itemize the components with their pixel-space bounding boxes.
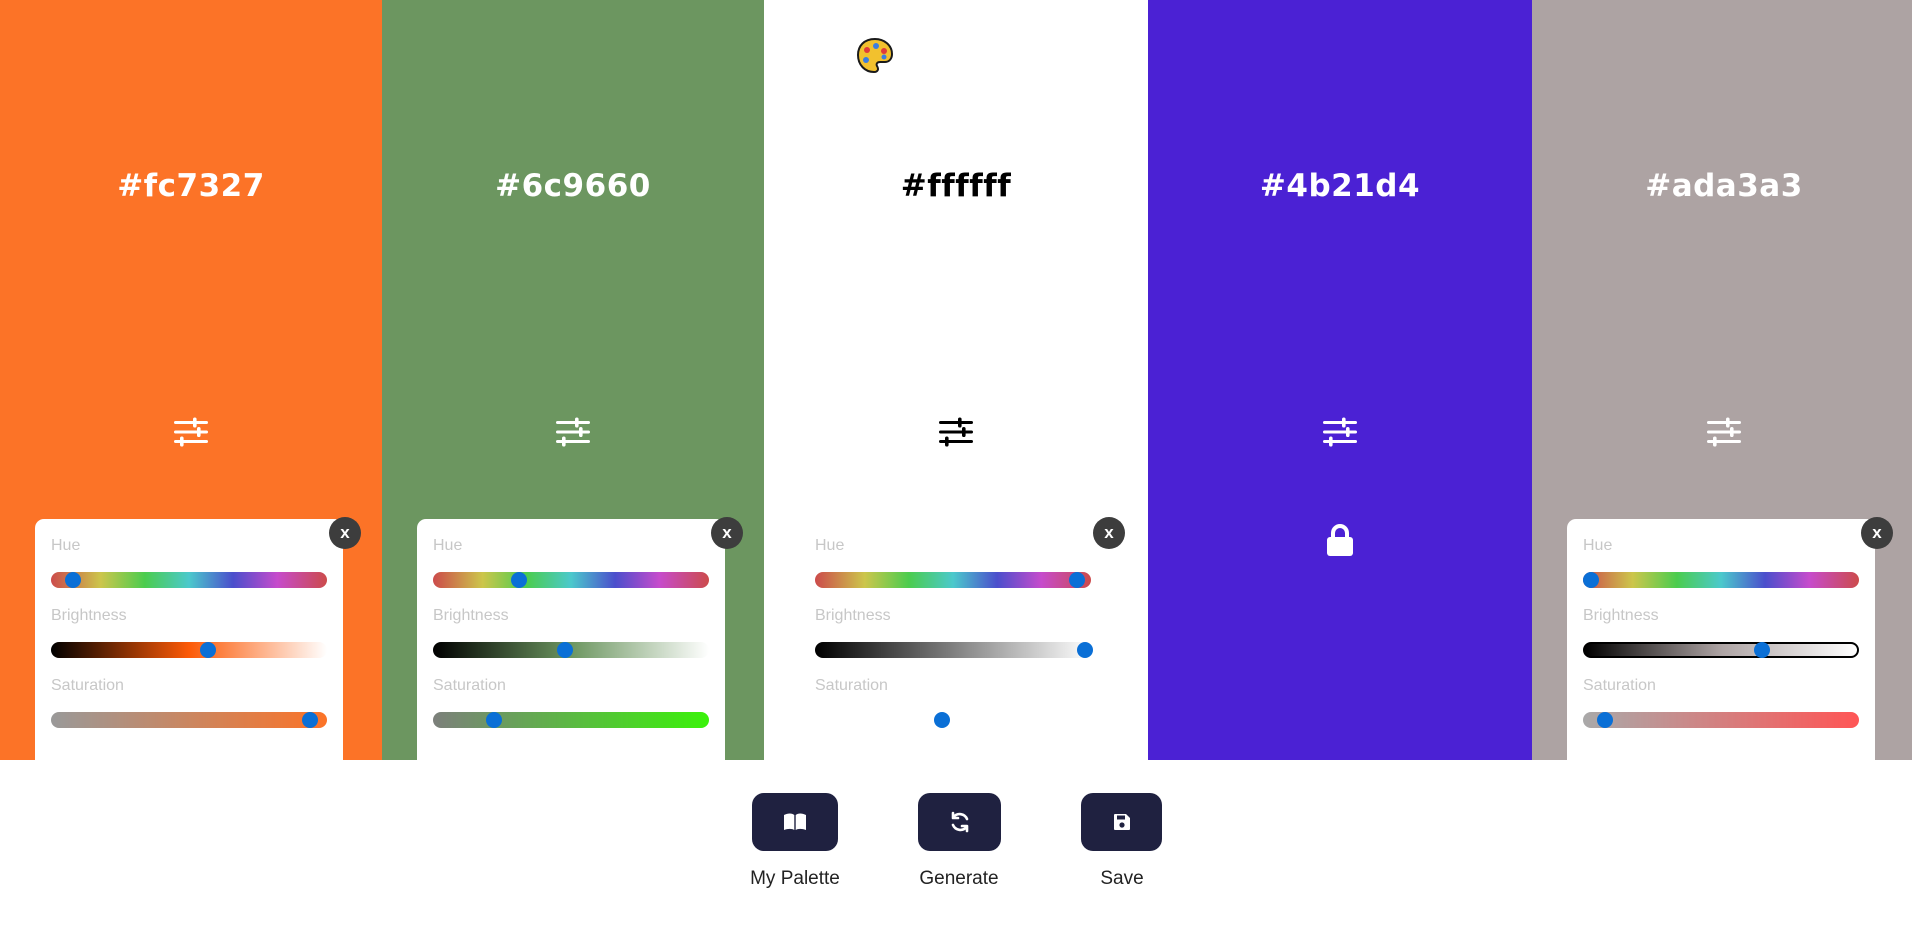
hex-code[interactable]: #fc7327	[0, 168, 382, 204]
brightness-slider[interactable]	[815, 642, 1094, 658]
saturation-slider-thumb[interactable]	[302, 712, 319, 728]
color-swatch[interactable]: #4b21d4	[1148, 0, 1532, 760]
sliders-icon	[556, 417, 590, 447]
hex-code[interactable]: #ada3a3	[1532, 168, 1912, 204]
color-swatch[interactable]: #ffffff x Hue Brightness Saturation	[764, 0, 1148, 760]
brightness-label: Brightness	[51, 607, 127, 624]
adjust-button[interactable]	[553, 414, 593, 450]
adjustment-panel: x Hue Brightness Saturation	[1567, 517, 1893, 760]
saturation-label: Saturation	[51, 677, 124, 694]
adjustment-panel: x Hue Brightness Saturation	[417, 517, 743, 760]
adjust-button[interactable]	[171, 414, 211, 450]
saturation-slider-thumb[interactable]	[485, 712, 502, 728]
saturation-slider[interactable]	[815, 712, 1091, 728]
hue-label: Hue	[51, 537, 81, 554]
sliders-icon	[1707, 417, 1741, 447]
saturation-slider[interactable]	[1583, 712, 1859, 728]
brightness-slider-thumb[interactable]	[200, 642, 217, 658]
my-palette-button[interactable]	[752, 793, 838, 851]
close-panel-button[interactable]: x	[1861, 517, 1893, 549]
my-palette-label: My Palette	[750, 868, 840, 889]
adjustment-panel: x Hue Brightness Saturation	[35, 517, 361, 760]
sliders-icon	[1323, 417, 1357, 447]
lock-icon	[1327, 524, 1353, 556]
hue-label: Hue	[433, 537, 463, 554]
saturation-slider-thumb[interactable]	[1597, 712, 1614, 728]
brightness-label: Brightness	[1583, 607, 1659, 624]
lock-button[interactable]	[1323, 520, 1357, 560]
adjust-button[interactable]	[1320, 414, 1360, 450]
adjustment-panel: x Hue Brightness Saturation	[799, 517, 1125, 760]
brightness-slider-thumb[interactable]	[557, 642, 574, 658]
brightness-slider-thumb[interactable]	[1077, 642, 1094, 658]
book-icon	[784, 813, 806, 830]
save-button[interactable]	[1081, 793, 1162, 851]
hex-code[interactable]: #6c9660	[382, 168, 764, 204]
close-panel-button[interactable]: x	[329, 517, 361, 549]
brightness-slider[interactable]	[433, 642, 709, 658]
palette: #fc7327 x Hue Brightness Saturation #6c9660 x H…	[0, 0, 1912, 760]
hex-code[interactable]: #ffffff	[764, 168, 1148, 204]
saturation-slider-thumb[interactable]	[933, 712, 950, 728]
saturation-slider[interactable]	[51, 712, 327, 728]
hue-slider-thumb[interactable]	[65, 572, 82, 588]
generate-label: Generate	[919, 868, 999, 889]
hue-slider[interactable]	[51, 572, 327, 588]
saturation-slider[interactable]	[433, 712, 709, 728]
hex-code[interactable]: #4b21d4	[1148, 168, 1532, 204]
hue-slider[interactable]	[1583, 572, 1859, 588]
hue-slider-thumb[interactable]	[1583, 572, 1600, 588]
adjust-button[interactable]	[936, 414, 976, 450]
saturation-label: Saturation	[433, 677, 506, 694]
hue-slider[interactable]	[433, 572, 709, 588]
hue-slider-thumb[interactable]	[1069, 572, 1086, 588]
brightness-slider[interactable]	[1583, 642, 1859, 658]
floppy-disk-icon	[1113, 814, 1130, 830]
save-label: Save	[1100, 868, 1144, 889]
sliders-icon	[939, 417, 973, 447]
color-swatch[interactable]: #fc7327 x Hue Brightness Saturation	[0, 0, 382, 760]
hue-slider[interactable]	[815, 572, 1091, 588]
close-panel-button[interactable]: x	[1093, 517, 1125, 549]
saturation-label: Saturation	[815, 677, 888, 694]
saturation-label: Saturation	[1583, 677, 1656, 694]
close-panel-button[interactable]: x	[711, 517, 743, 549]
color-swatch[interactable]: #6c9660 x Hue Brightness Saturation	[382, 0, 764, 760]
generate-button[interactable]	[918, 793, 1001, 851]
adjust-button[interactable]	[1704, 414, 1744, 450]
brightness-label: Brightness	[433, 607, 509, 624]
hue-slider-thumb[interactable]	[510, 572, 527, 588]
palette-icon	[856, 37, 894, 74]
hue-label: Hue	[1583, 537, 1613, 554]
brightness-slider-thumb[interactable]	[1753, 642, 1770, 658]
brightness-label: Brightness	[815, 607, 891, 624]
brightness-slider[interactable]	[51, 642, 327, 658]
hue-label: Hue	[815, 537, 845, 554]
refresh-icon	[951, 811, 968, 833]
sliders-icon	[174, 417, 208, 447]
color-swatch[interactable]: #ada3a3 x Hue Brightness Saturation	[1532, 0, 1912, 760]
